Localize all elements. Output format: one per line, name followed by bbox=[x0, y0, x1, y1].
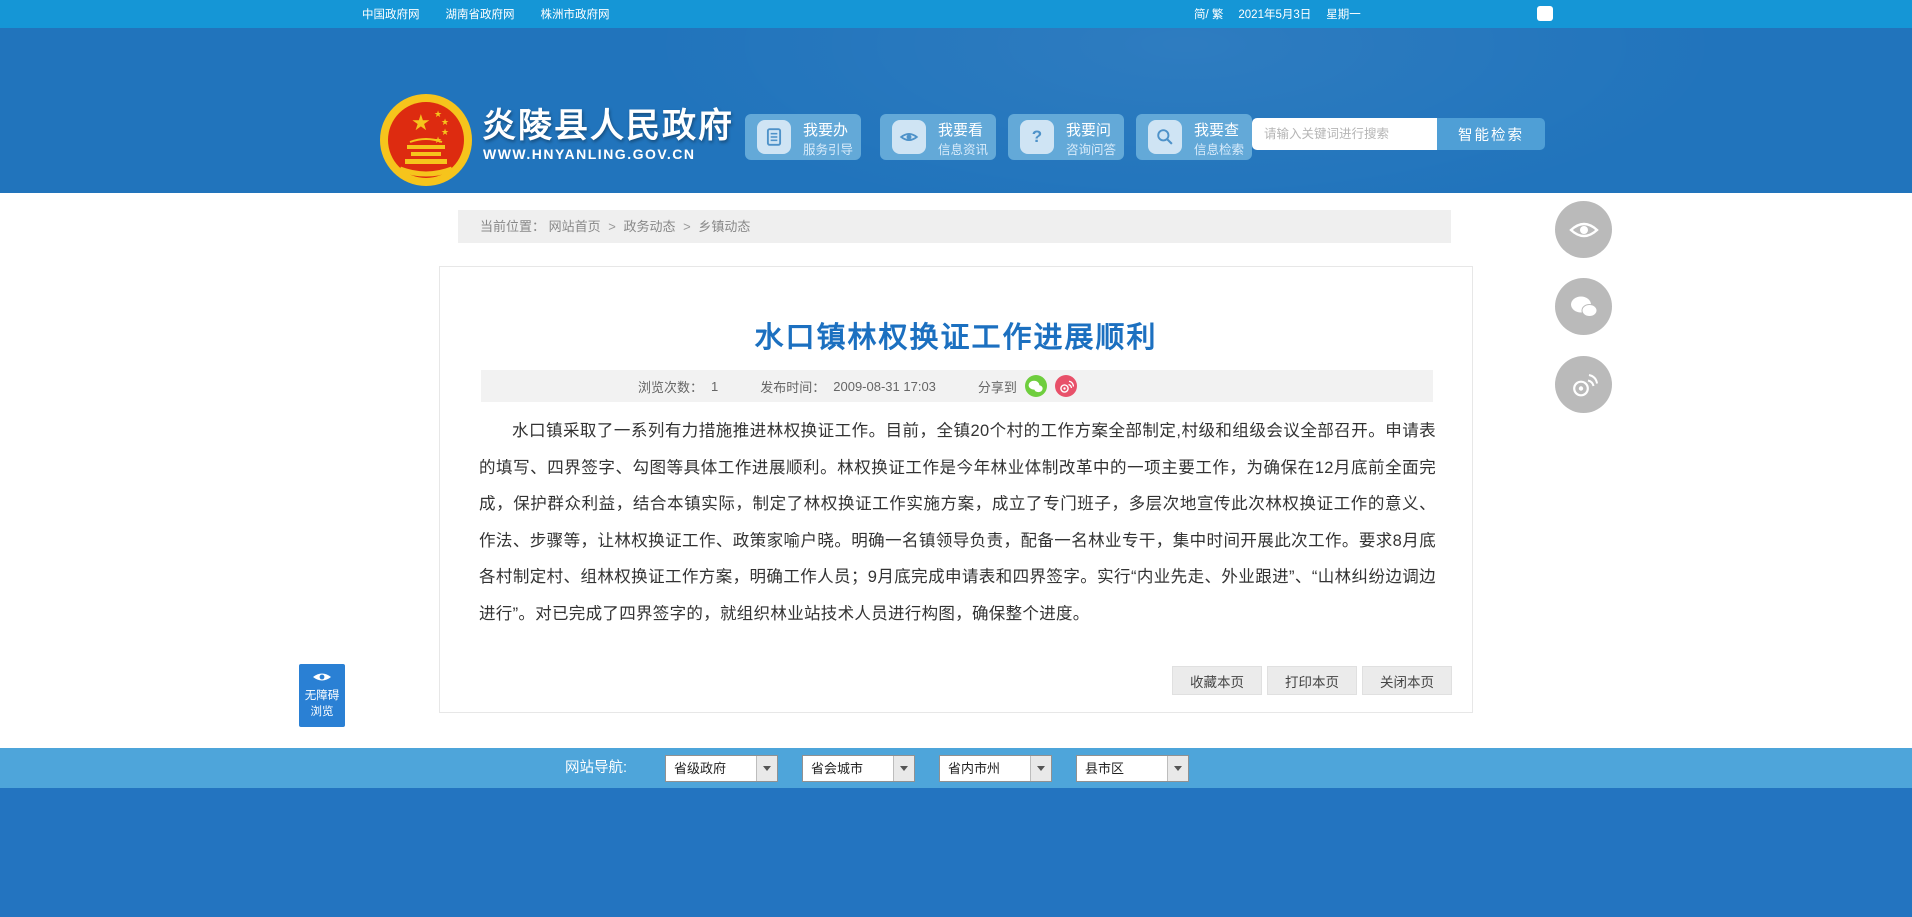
article-meta-bar: 浏览次数： 1 发布时间： 2009-08-31 17:03 分享到 bbox=[481, 370, 1433, 402]
weibo-icon bbox=[1572, 373, 1598, 396]
close-page-button[interactable]: 关闭本页 bbox=[1362, 666, 1452, 695]
article-actions: 收藏本页 打印本页 关闭本页 bbox=[1172, 666, 1452, 695]
link-hunan-gov[interactable]: 湖南省政府网 bbox=[446, 6, 515, 22]
site-nav-label: 网站导航: bbox=[565, 760, 628, 776]
site-url: WWW.HNYANLING.GOV.CN bbox=[483, 146, 696, 162]
search-button[interactable]: 智能检索 bbox=[1437, 118, 1545, 150]
question-icon: ? bbox=[1020, 120, 1054, 154]
wechat-share-icon[interactable] bbox=[1024, 375, 1047, 397]
view-tool-button[interactable] bbox=[1555, 201, 1612, 258]
header: ★ ★ ★ ★ ★ 炎陵县人民政府 WWW.HNYANLING.GOV.CN 我… bbox=[0, 28, 1912, 193]
eye-icon bbox=[892, 120, 926, 154]
dropdown-province-cities[interactable]: 省内市州 bbox=[939, 755, 1052, 782]
topbar-links: 中国政府网 湖南省政府网 株洲市政府网 bbox=[362, 0, 610, 28]
dropdown-value: 省会城市 bbox=[811, 761, 864, 776]
dropdown-value: 省内市州 bbox=[948, 761, 1001, 776]
search-input[interactable] bbox=[1252, 118, 1437, 150]
quick-button-service[interactable]: 我要办 服务引导 bbox=[745, 114, 861, 160]
chevron-down-icon bbox=[1167, 756, 1188, 781]
page: 中国政府网 湖南省政府网 株洲市政府网 简/ 繁 2021年5月3日 星期一 ★… bbox=[0, 0, 1912, 917]
article-title: 水口镇林权换证工作进展顺利 bbox=[754, 322, 1158, 354]
share-group: 分享到 bbox=[978, 375, 1077, 397]
quick-button-subtitle: 咨询问答 bbox=[1066, 143, 1117, 157]
link-zhuzhou-gov[interactable]: 株洲市政府网 bbox=[541, 6, 610, 22]
dropdown-counties[interactable]: 县市区 bbox=[1076, 755, 1189, 782]
chevron-down-icon bbox=[1030, 756, 1051, 781]
breadcrumb-xiangzhen[interactable]: 乡镇动态 bbox=[698, 219, 750, 234]
breadcrumb-separator: > bbox=[683, 219, 691, 234]
magnifier-icon bbox=[1148, 120, 1182, 154]
weibo-tool-button[interactable] bbox=[1555, 356, 1612, 413]
site-name: 炎陵县人民政府 bbox=[482, 107, 734, 145]
dropdown-value: 县市区 bbox=[1085, 761, 1125, 776]
accessibility-button[interactable]: 无障碍 浏览 bbox=[299, 664, 345, 727]
publish-label: 发布时间： bbox=[760, 379, 826, 395]
article-card: 水口镇林权换证工作进展顺利 浏览次数： 1 发布时间： 2009-08-31 17:… bbox=[439, 266, 1473, 713]
share-label: 分享到 bbox=[977, 379, 1017, 395]
chevron-down-icon bbox=[756, 756, 777, 781]
topbar-right: 简/ 繁 2021年5月3日 星期一 bbox=[1194, 0, 1361, 28]
eye-icon bbox=[313, 673, 331, 681]
document-icon bbox=[757, 120, 791, 154]
current-weekday: 星期一 bbox=[1326, 9, 1361, 21]
topbar-mini-icon[interactable] bbox=[1537, 6, 1553, 21]
svg-text:★: ★ bbox=[411, 110, 431, 135]
dropdown-capital-cities[interactable]: 省会城市 bbox=[802, 755, 915, 782]
breadcrumb-label: 当前位置： bbox=[480, 219, 546, 234]
wechat-icon bbox=[1570, 296, 1597, 317]
breadcrumb-separator: > bbox=[608, 219, 616, 234]
print-page-button[interactable]: 打印本页 bbox=[1267, 666, 1357, 695]
quick-button-news[interactable]: 我要看 信息资讯 bbox=[880, 114, 996, 160]
quick-button-subtitle: 信息资讯 bbox=[938, 143, 989, 157]
quick-button-subtitle: 信息检索 bbox=[1194, 143, 1245, 157]
breadcrumb-home[interactable]: 网站首页 bbox=[549, 219, 601, 234]
wechat-tool-button[interactable] bbox=[1555, 278, 1612, 335]
quick-button-title: 我要查 bbox=[1194, 122, 1240, 139]
current-date: 2021年5月3日 bbox=[1238, 9, 1312, 21]
topbar: 中国政府网 湖南省政府网 株洲市政府网 简/ 繁 2021年5月3日 星期一 bbox=[0, 0, 1912, 28]
views-count: 1 bbox=[711, 378, 719, 394]
breadcrumb-zhengwu[interactable]: 政务动态 bbox=[624, 219, 676, 234]
bookmark-page-button[interactable]: 收藏本页 bbox=[1172, 666, 1262, 695]
quick-button-title: 我要看 bbox=[938, 122, 984, 139]
accessibility-label-1: 无障碍 bbox=[304, 690, 340, 702]
national-emblem-icon: ★ ★ ★ ★ ★ bbox=[380, 94, 472, 186]
quick-button-title: 我要问 bbox=[1066, 122, 1112, 139]
lang-toggle[interactable]: 简/ 繁 bbox=[1194, 6, 1223, 22]
eye-icon bbox=[1568, 222, 1599, 237]
link-china-gov[interactable]: 中国政府网 bbox=[362, 6, 420, 22]
weibo-share-icon[interactable] bbox=[1054, 375, 1077, 397]
dropdown-provincial-gov[interactable]: 省级政府 bbox=[665, 755, 778, 782]
chevron-down-icon bbox=[893, 756, 914, 781]
views-group: 浏览次数： 1 bbox=[638, 377, 718, 396]
views-label: 浏览次数： bbox=[638, 379, 704, 395]
publish-group: 发布时间： 2009-08-31 17:03 bbox=[760, 377, 936, 396]
svg-text:★: ★ bbox=[441, 117, 449, 127]
publish-time: 2009-08-31 17:03 bbox=[833, 378, 936, 394]
quick-button-search[interactable]: 我要查 信息检索 bbox=[1136, 114, 1252, 160]
article-body: 水口镇采取了一系列有力措施推进林权换证工作。目前，全镇20个村的工作方案全部制定… bbox=[479, 422, 1436, 623]
dropdown-value: 省级政府 bbox=[674, 761, 727, 776]
quick-button-ask[interactable]: ? 我要问 咨询问答 bbox=[1008, 114, 1124, 160]
quick-button-title: 我要办 bbox=[803, 122, 849, 139]
quick-button-subtitle: 服务引导 bbox=[803, 143, 854, 157]
footer: 中 党政机关 主办单位：炎陵县人民政府办公室 承办单位：炎陵县政务服务中心 备案… bbox=[0, 788, 1912, 917]
breadcrumb: 当前位置： 网站首页 > 政务动态 > 乡镇动态 bbox=[458, 210, 1451, 243]
svg-text:★: ★ bbox=[441, 127, 449, 137]
accessibility-label-2: 浏览 bbox=[310, 706, 334, 718]
